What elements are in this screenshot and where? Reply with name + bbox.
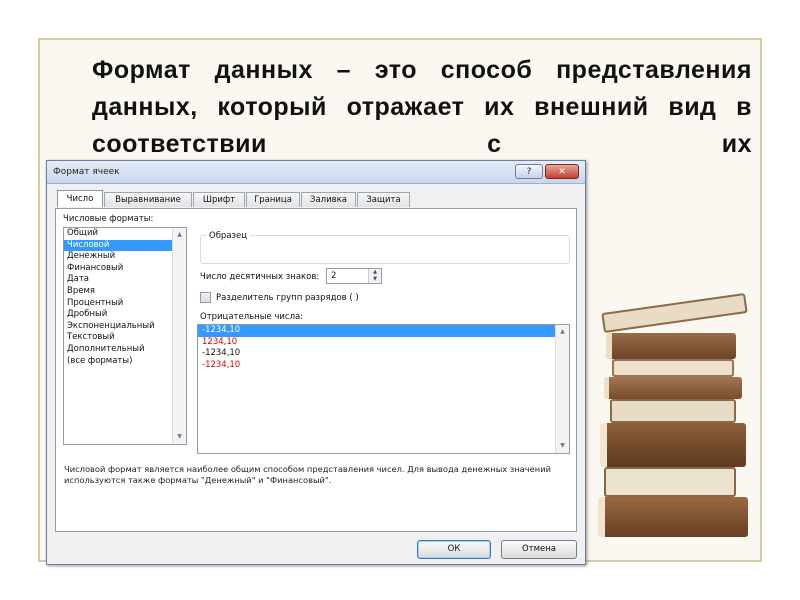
scroll-down-icon[interactable]: ▼ bbox=[173, 432, 186, 442]
list-item[interactable]: Дополнительный bbox=[64, 344, 186, 356]
list-item[interactable]: (все форматы) bbox=[64, 356, 186, 368]
list-item[interactable]: Финансовый bbox=[64, 263, 186, 275]
dialog-titlebar[interactable]: Формат ячеек ? ✕ bbox=[47, 161, 585, 184]
number-tab-panel: Числовые форматы: Общий Числовой Денежны… bbox=[55, 208, 577, 532]
tab-font[interactable]: Шрифт bbox=[193, 192, 245, 207]
tab-fill[interactable]: Заливка bbox=[301, 192, 356, 207]
book-3 bbox=[612, 359, 734, 377]
negative-numbers-listbox[interactable]: -1234,10 1234,10 -1234,10 -1234,10 ▲ ▼ bbox=[197, 324, 570, 454]
decimals-label: Число десятичных знаков: bbox=[200, 272, 320, 282]
book-7 bbox=[604, 467, 736, 497]
decimals-value[interactable]: 2 bbox=[331, 271, 336, 281]
close-icon: ✕ bbox=[558, 167, 566, 177]
book-5 bbox=[610, 399, 736, 423]
formats-scrollbar[interactable]: ▲ ▼ bbox=[172, 228, 186, 444]
book-8 bbox=[598, 497, 748, 537]
list-item[interactable]: Денежный bbox=[64, 251, 186, 263]
list-item[interactable]: Экспоненциальный bbox=[64, 321, 186, 333]
chevron-up-icon[interactable]: ▲ bbox=[369, 269, 381, 276]
list-item[interactable]: Текстовый bbox=[64, 332, 186, 344]
question-icon: ? bbox=[526, 167, 532, 177]
book-2 bbox=[606, 333, 736, 359]
list-item[interactable]: Дробный bbox=[64, 309, 186, 321]
negative-scrollbar[interactable]: ▲ ▼ bbox=[555, 325, 569, 453]
close-button[interactable]: ✕ bbox=[545, 164, 579, 179]
separator-label: Разделитель групп разрядов ( ) bbox=[216, 293, 359, 303]
list-item[interactable]: Время bbox=[64, 286, 186, 298]
list-item[interactable]: Общий bbox=[64, 228, 186, 240]
format-description: Числовой формат является наиболее общим … bbox=[64, 464, 551, 485]
book-6 bbox=[600, 423, 746, 467]
stepper-buttons: ▲ ▼ bbox=[368, 269, 381, 283]
book-4 bbox=[604, 377, 742, 399]
decimals-stepper[interactable]: 2 ▲ ▼ bbox=[326, 268, 382, 284]
help-button[interactable]: ? bbox=[515, 164, 543, 179]
tab-border[interactable]: Граница bbox=[246, 192, 300, 207]
list-item[interactable]: -1234,10 bbox=[198, 325, 569, 337]
list-item[interactable]: -1234,10 bbox=[198, 348, 569, 360]
list-item[interactable]: Процентный bbox=[64, 298, 186, 310]
slide-heading: Формат данных – это способ представления… bbox=[92, 56, 752, 158]
chevron-down-icon[interactable]: ▼ bbox=[369, 276, 381, 283]
tab-protection[interactable]: Защита bbox=[357, 192, 410, 207]
list-item[interactable]: Числовой bbox=[64, 239, 186, 252]
formats-label: Числовые форматы: bbox=[63, 214, 154, 224]
sample-group bbox=[200, 235, 570, 264]
separator-checkbox[interactable] bbox=[200, 292, 211, 303]
list-item[interactable]: Дата bbox=[64, 274, 186, 286]
tab-alignment[interactable]: Выравнивание bbox=[104, 192, 192, 207]
list-item[interactable]: 1234,10 bbox=[198, 337, 569, 349]
sample-label: Образец bbox=[206, 231, 251, 241]
cancel-button[interactable]: Отмена bbox=[501, 540, 577, 559]
scroll-up-icon[interactable]: ▲ bbox=[173, 230, 186, 240]
dialog-title: Формат ячеек bbox=[53, 167, 120, 177]
scroll-down-icon[interactable]: ▼ bbox=[556, 441, 569, 451]
book-1 bbox=[601, 293, 748, 333]
tab-number[interactable]: Число bbox=[57, 190, 103, 207]
format-cells-dialog: Формат ячеек ? ✕ Число Выравнивание Шриф… bbox=[46, 160, 586, 565]
book-stack-icon bbox=[592, 293, 757, 545]
negative-label: Отрицательные числа: bbox=[200, 312, 304, 322]
formats-listbox[interactable]: Общий Числовой Денежный Финансовый Дата … bbox=[63, 227, 187, 445]
ok-button[interactable]: ОК bbox=[417, 540, 491, 559]
list-item[interactable]: -1234,10 bbox=[198, 360, 569, 372]
scroll-up-icon[interactable]: ▲ bbox=[556, 327, 569, 337]
